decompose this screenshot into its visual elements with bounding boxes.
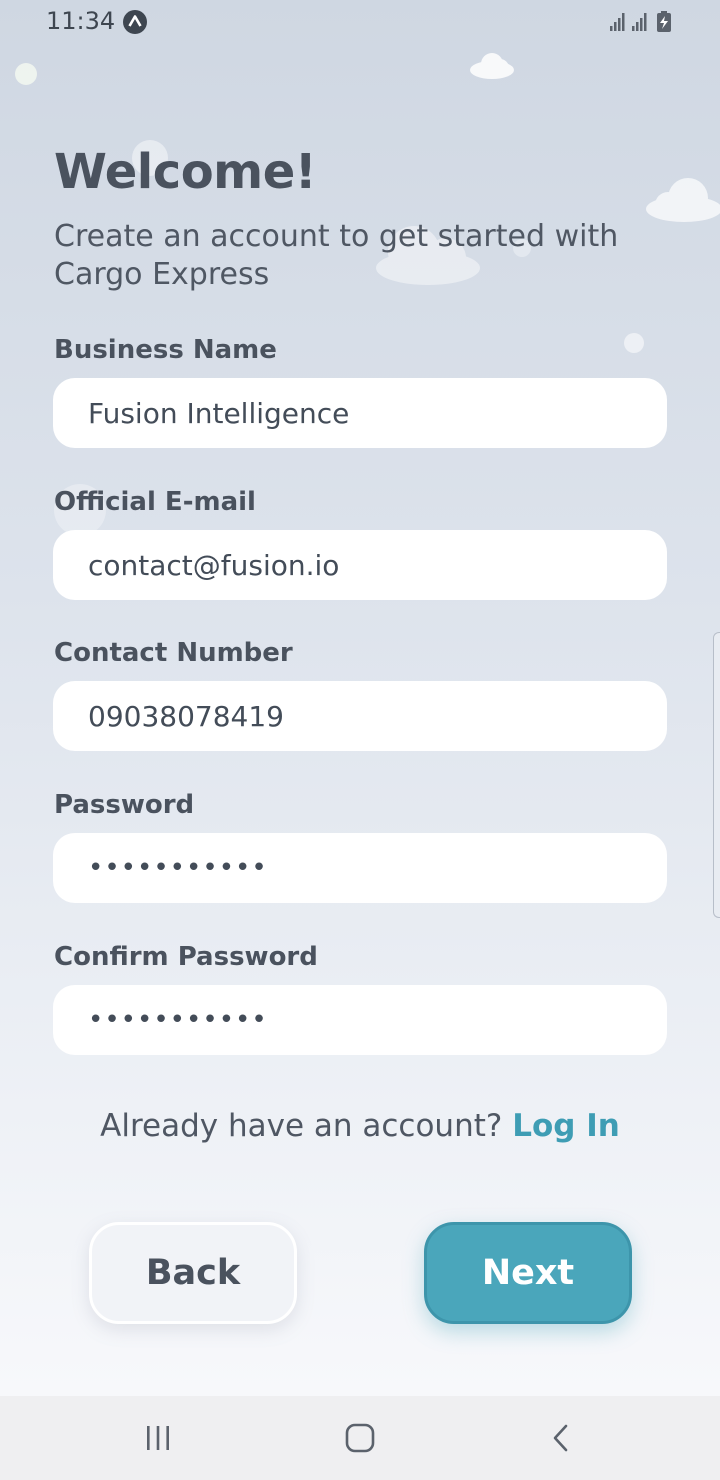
confirm-password-field[interactable]: •••••••••••	[53, 985, 667, 1055]
contact-number-label: Contact Number	[54, 638, 293, 668]
back-button[interactable]: Back	[89, 1222, 297, 1324]
navigation-bar	[0, 1396, 720, 1480]
page-title: Welcome!	[54, 144, 317, 200]
business-name-field[interactable]: Fusion Intelligence	[53, 378, 667, 448]
business-name-label: Business Name	[54, 335, 277, 365]
home-icon[interactable]	[330, 1410, 390, 1466]
signal-icon	[610, 13, 625, 31]
battery-charging-icon	[657, 11, 671, 32]
page-subtitle: Create an account to get started with Ca…	[54, 219, 619, 292]
caret-up-circle-icon	[122, 9, 148, 35]
login-prompt: Already have an account? Log In	[0, 1108, 720, 1144]
email-field[interactable]: contact@fusion.io	[53, 530, 667, 600]
status-time: 11:34	[46, 7, 116, 35]
recent-apps-icon[interactable]	[128, 1410, 188, 1466]
status-bar: 11:34	[0, 0, 720, 44]
login-prompt-text: Already have an account?	[100, 1108, 503, 1144]
contact-number-field[interactable]: 09038078419	[53, 681, 667, 751]
email-label: Official E-mail	[54, 487, 256, 517]
back-icon[interactable]	[532, 1410, 592, 1466]
status-icons	[608, 9, 678, 35]
scroll-indicator[interactable]	[713, 632, 720, 918]
signal-icon	[632, 13, 647, 31]
confirm-password-label: Confirm Password	[54, 942, 318, 972]
password-field[interactable]: •••••••••••	[53, 833, 667, 903]
login-link[interactable]: Log In	[512, 1108, 620, 1144]
password-label: Password	[54, 790, 195, 820]
next-button[interactable]: Next	[424, 1222, 632, 1324]
